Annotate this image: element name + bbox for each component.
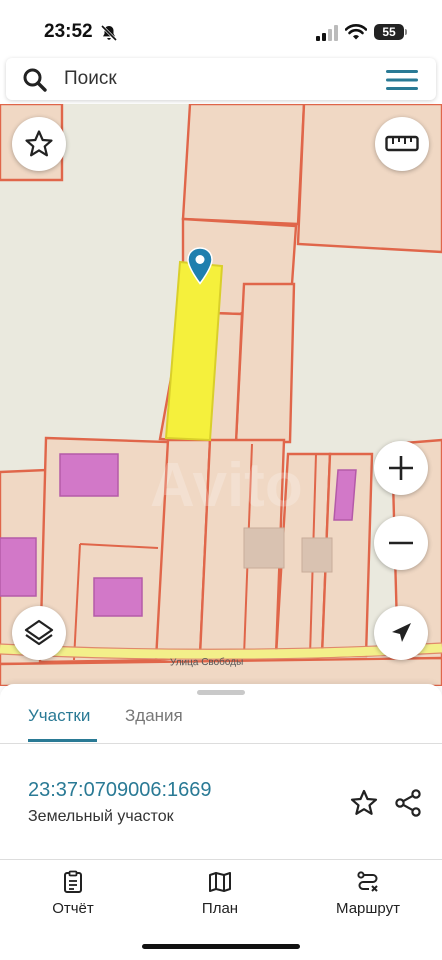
building [333,469,357,521]
layers-button[interactable] [12,606,66,660]
status-bar: 23:52 55 [0,0,442,58]
ruler-icon [385,135,419,152]
battery-cap [405,29,407,35]
drag-handle[interactable] [197,690,245,695]
zoom-out-icon [389,541,413,545]
report-icon [64,870,82,893]
parcel [234,282,296,444]
nav-report[interactable]: Отчёт [23,870,123,917]
zoom-in-icon [389,456,413,480]
nav-report-label: Отчёт [52,900,94,917]
route-icon [357,871,378,892]
parcel [181,104,306,226]
active-tab-indicator [28,739,97,742]
home-indicator [142,944,300,949]
parcel-type: Земельный участок [28,808,174,825]
map-watermark: Avito [150,451,303,520]
favorite-button[interactable] [12,117,66,171]
bottom-sheet: Участки Здания 23:37:0709006:1669 Земель… [0,684,442,960]
building [301,537,333,573]
search-bar [6,58,436,100]
search-icon[interactable] [22,67,48,93]
battery-icon: 55 [374,24,404,40]
locate-button[interactable] [374,606,428,660]
map-pin-icon[interactable] [186,247,214,285]
cadastral-number[interactable]: 23:37:0709006:1669 [28,779,212,802]
zoom-out-button[interactable] [374,516,428,570]
building [243,527,285,569]
map-view[interactable]: Avito Улица Свободы [0,104,442,686]
bell-off-icon [100,24,118,42]
locate-arrow-icon [392,623,411,642]
building [0,537,37,597]
nav-plan[interactable]: План [170,870,270,917]
menu-icon[interactable] [386,68,418,92]
share-icon[interactable] [393,788,423,818]
building [93,577,143,617]
map-icon [209,872,231,892]
star-outline-icon[interactable] [349,788,379,818]
signal-icon [316,25,338,41]
tab-buildings[interactable]: Здания [125,706,183,726]
zoom-in-button[interactable] [374,441,428,495]
wifi-icon [345,24,367,40]
nav-route-label: Маршрут [336,900,400,917]
favorite-star-icon [25,130,53,157]
map-canvas[interactable]: Avito [0,104,442,686]
search-input[interactable] [64,66,364,92]
tab-parcels[interactable]: Участки [28,706,90,726]
layers-icon [24,619,54,646]
status-time: 23:52 [44,21,93,42]
street-label: Улица Свободы [169,656,244,669]
ruler-button[interactable] [375,117,429,171]
panel-tabs: Участки Здания [0,698,442,744]
nav-route[interactable]: Маршрут [318,870,418,917]
building [59,453,119,497]
nav-plan-label: План [201,900,239,917]
